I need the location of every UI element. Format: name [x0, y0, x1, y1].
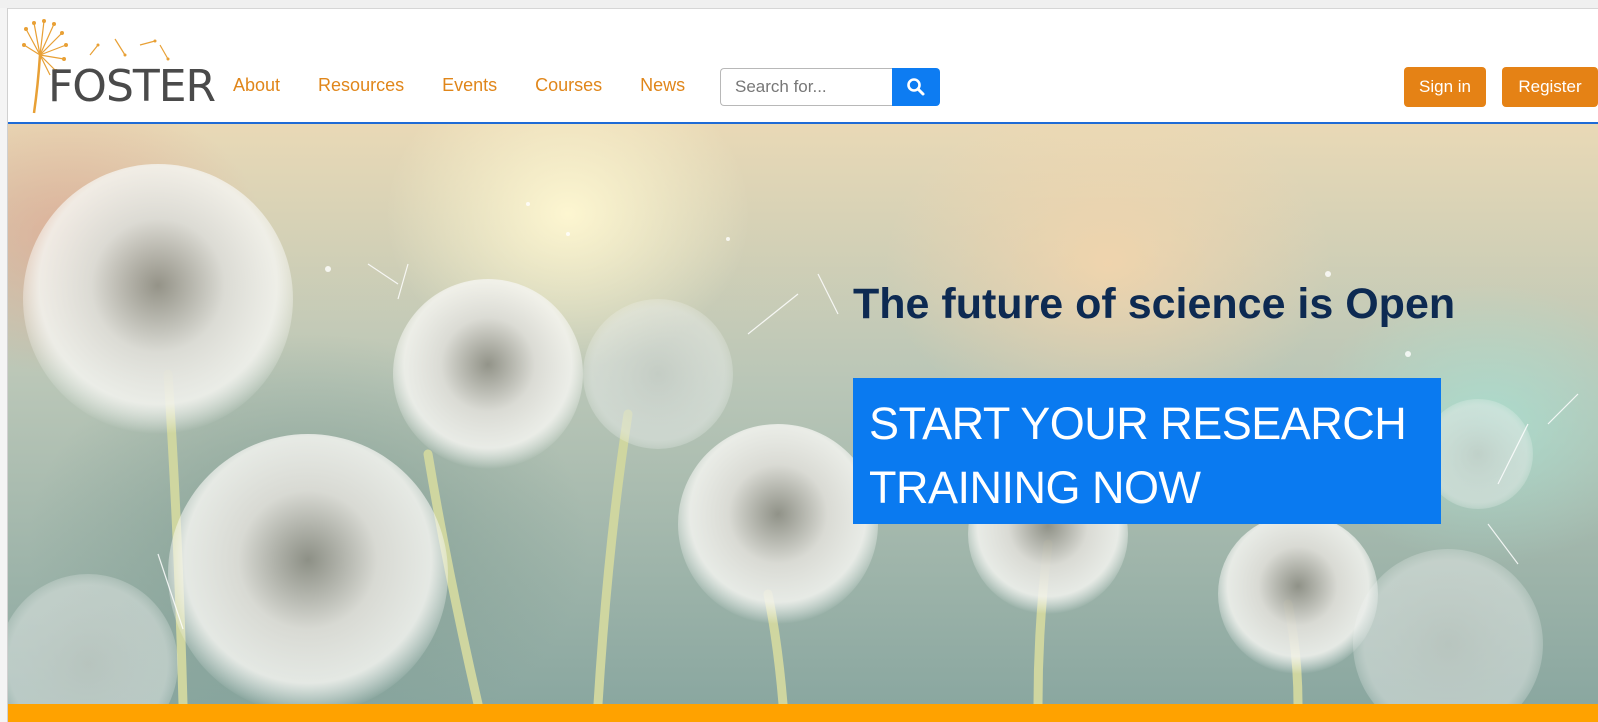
sign-in-button[interactable]: Sign in	[1404, 67, 1486, 107]
search-icon	[907, 78, 925, 96]
logo-wordmark: FOSTER	[48, 61, 216, 112]
nav-link-resources[interactable]: Resources	[318, 75, 404, 96]
hero-title: The future of science is Open	[853, 280, 1456, 328]
nav-link-courses[interactable]: Courses	[535, 75, 602, 96]
register-button[interactable]: Register	[1502, 67, 1598, 107]
left-gutter	[0, 8, 8, 722]
search-input[interactable]	[720, 68, 892, 106]
nav-link-news[interactable]: News	[640, 75, 685, 96]
site-header: FOSTER About Resources Events Courses Ne…	[8, 9, 1598, 124]
search-button[interactable]	[892, 68, 940, 106]
start-training-cta[interactable]: START YOUR RESEARCH TRAINING NOW	[853, 378, 1441, 524]
nav-link-about[interactable]: About	[233, 75, 280, 96]
nav-link-events[interactable]: Events	[442, 75, 497, 96]
hero-banner: The future of science is Open START YOUR…	[8, 124, 1598, 704]
bottom-accent-bar	[8, 704, 1598, 722]
browser-top-strip	[0, 0, 1598, 9]
foster-logo[interactable]: FOSTER	[20, 15, 220, 115]
search-bar	[720, 68, 940, 106]
main-nav: About Resources Events Courses News	[233, 75, 723, 96]
